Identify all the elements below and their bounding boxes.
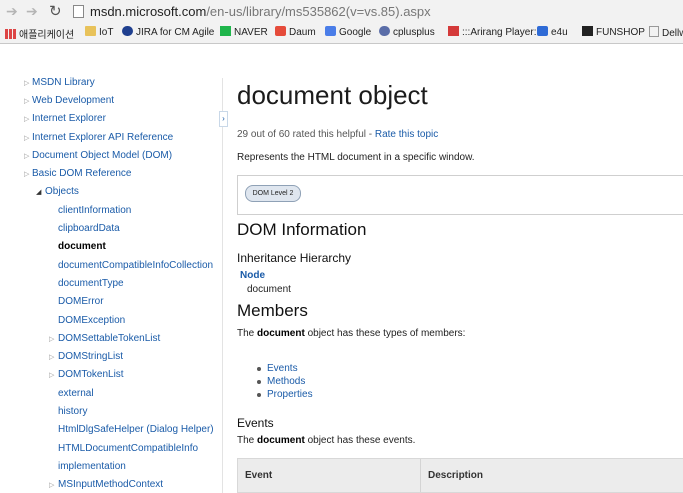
- folder-icon: [85, 26, 96, 36]
- events-heading: Events: [237, 416, 274, 430]
- events-intro: The document object has these events.: [237, 435, 416, 446]
- inheritance-child: document: [247, 284, 291, 295]
- node-link[interactable]: Node: [240, 270, 265, 281]
- nav-item-documenttype[interactable]: documentType: [58, 278, 124, 289]
- expand-triangle-icon[interactable]: ▷: [24, 79, 29, 87]
- rating-line: 29 out of 60 rated this helpful - Rate t…: [237, 129, 439, 140]
- object-description: Represents the HTML document in a specif…: [237, 152, 475, 163]
- nav-item-documentcompatibleinfocollection[interactable]: documentCompatibleInfoCollection: [58, 260, 213, 271]
- nav-item-history[interactable]: history: [58, 406, 87, 417]
- nav-item-msdn-library[interactable]: MSDN Library: [32, 77, 95, 88]
- nav-item-clipboarddata[interactable]: clipboardData: [58, 223, 120, 234]
- nav-item-domstringlist[interactable]: DOMStringList: [58, 351, 123, 362]
- bookmark-google[interactable]: Google: [325, 26, 371, 38]
- bookmark-daum[interactable]: Daum: [275, 26, 316, 38]
- bookmark-arirang[interactable]: :::Arirang Player:::: [448, 26, 542, 38]
- nav-item-domsettabletokenlist[interactable]: DOMSettableTokenList: [58, 333, 160, 344]
- expand-triangle-icon[interactable]: ▷: [24, 170, 29, 178]
- e4u-icon: [537, 26, 548, 36]
- collapse-triangle-icon[interactable]: ◢: [36, 188, 41, 196]
- members-intro: The document object has these types of m…: [237, 328, 466, 339]
- bookmark-iot[interactable]: IoT: [85, 26, 113, 38]
- expand-triangle-icon[interactable]: ▷: [49, 335, 54, 343]
- members-heading: Members: [237, 301, 308, 320]
- bullet-icon: [257, 380, 261, 384]
- bookmark-naver[interactable]: NAVER: [220, 26, 268, 38]
- back-arrow-icon[interactable]: ➔: [6, 3, 18, 20]
- nav-item-domexception[interactable]: DOMException: [58, 315, 125, 326]
- forward-arrow-icon[interactable]: ➔: [26, 3, 38, 20]
- daum-icon: [275, 26, 286, 36]
- nav-item-objects[interactable]: Objects: [45, 186, 79, 197]
- rating-text: 29 out of 60 rated this helpful: [237, 129, 366, 140]
- events-table-header: Event Description: [237, 458, 683, 493]
- expand-triangle-icon[interactable]: ▷: [24, 97, 29, 105]
- nav-item-htmldlgsafehelper[interactable]: HtmlDlgSafeHelper (Dialog Helper): [58, 424, 214, 435]
- page-title: document object: [237, 80, 428, 110]
- nav-item-ie-api-reference[interactable]: Internet Explorer API Reference: [32, 132, 173, 143]
- jira-icon: [122, 26, 133, 36]
- inheritance-heading: Inheritance Hierarchy: [237, 251, 352, 265]
- nav-item-domerror[interactable]: DOMError: [58, 296, 104, 307]
- bullet-icon: [257, 367, 261, 371]
- nav-item-document[interactable]: document: [58, 241, 106, 252]
- reload-icon[interactable]: ↻: [49, 2, 62, 20]
- chevron-right-icon: ›: [222, 114, 225, 123]
- nav-item-basic-dom-reference[interactable]: Basic DOM Reference: [32, 168, 131, 179]
- nav-divider: [222, 78, 223, 493]
- dom-level-badge: DOM Level 2: [245, 185, 301, 202]
- page-icon: [73, 5, 84, 18]
- bookmark-funshop[interactable]: FUNSHOP: [582, 26, 645, 38]
- events-link[interactable]: Events: [267, 363, 298, 374]
- url-path: /en-us/library/ms535862(v=vs.85).aspx: [206, 4, 431, 19]
- expand-triangle-icon[interactable]: ▷: [24, 134, 29, 142]
- address-bar-area: ➔ ➔ ↻ msdn.microsoft.com/en-us/library/m…: [0, 0, 683, 24]
- url-host: msdn.microsoft.com: [90, 4, 207, 19]
- cplusplus-icon: [379, 26, 390, 36]
- collapse-nav-button[interactable]: ›: [219, 111, 228, 127]
- google-icon: [325, 26, 336, 36]
- nav-item-implementation[interactable]: implementation: [58, 461, 126, 472]
- column-header-description: Description: [428, 470, 484, 481]
- properties-link[interactable]: Properties: [267, 389, 313, 400]
- funshop-icon: [582, 26, 593, 36]
- column-header-event: Event: [245, 470, 273, 481]
- bookmark-cplusplus[interactable]: cplusplus: [379, 26, 435, 38]
- bookmark-jira[interactable]: JIRA for CM Agile: [122, 26, 214, 38]
- dom-level-box: DOM Level 2: [237, 175, 683, 215]
- nav-item-domtokenlist[interactable]: DOMTokenList: [58, 369, 124, 380]
- bookmark-dellw[interactable]: Dellw: [649, 26, 683, 39]
- nav-item-clientinformation[interactable]: clientInformation: [58, 205, 131, 216]
- expand-triangle-icon[interactable]: ▷: [24, 152, 29, 160]
- arirang-icon: [448, 26, 459, 36]
- dom-information-heading: DOM Information: [237, 220, 367, 239]
- bookmark-apps[interactable]: 애플리케이션: [5, 26, 74, 41]
- nav-item-dom[interactable]: Document Object Model (DOM): [32, 150, 172, 161]
- naver-icon: [220, 26, 231, 36]
- url-field[interactable]: msdn.microsoft.com/en-us/library/ms53586…: [90, 4, 431, 19]
- nav-item-internet-explorer[interactable]: Internet Explorer: [32, 113, 106, 124]
- methods-link[interactable]: Methods: [267, 376, 305, 387]
- expand-triangle-icon[interactable]: ▷: [24, 115, 29, 123]
- nav-item-web-development[interactable]: Web Development: [32, 95, 114, 106]
- apps-grid-icon: [5, 29, 16, 39]
- left-nav-tree: ▷ MSDN Library ▷ Web Development ▷ Inter…: [0, 44, 222, 493]
- expand-triangle-icon[interactable]: ▷: [49, 371, 54, 379]
- nav-item-msinputmethodcontext[interactable]: MSInputMethodContext: [58, 479, 163, 490]
- column-divider: [420, 459, 421, 492]
- page-icon: [649, 26, 659, 37]
- nav-item-external[interactable]: external: [58, 388, 94, 399]
- rate-topic-link[interactable]: Rate this topic: [375, 129, 438, 140]
- expand-triangle-icon[interactable]: ▷: [49, 353, 54, 361]
- bookmarks-bar: 애플리케이션 IoT JIRA for CM Agile NAVER Daum …: [0, 23, 683, 44]
- bullet-icon: [257, 393, 261, 397]
- bookmark-e4u[interactable]: e4u: [537, 26, 568, 38]
- expand-triangle-icon[interactable]: ▷: [49, 481, 54, 489]
- nav-item-htmldocumentcompatibleinfo[interactable]: HTMLDocumentCompatibleInfo: [58, 443, 198, 454]
